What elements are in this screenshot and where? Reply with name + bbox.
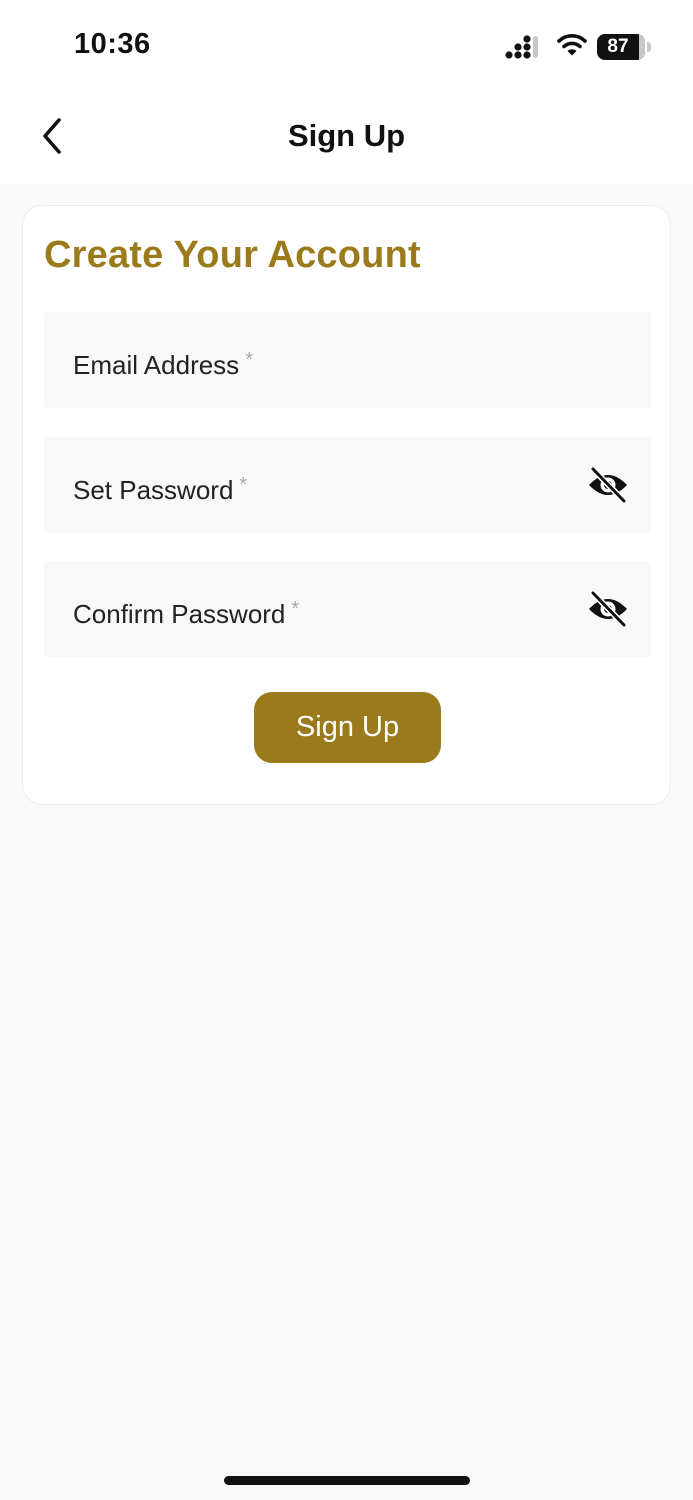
password-label-text: Set Password: [73, 475, 234, 505]
password-field-label: Set Password *: [73, 437, 247, 533]
password-visibility-toggle[interactable]: [587, 465, 629, 505]
email-field-label: Email Address *: [73, 312, 253, 408]
eye-off-icon: [589, 467, 627, 503]
status-icons: 87: [505, 32, 655, 62]
battery-level: 87: [607, 36, 629, 57]
back-button[interactable]: [30, 112, 74, 160]
battery-indicator: 87: [597, 34, 651, 60]
email-field[interactable]: Email Address *: [44, 312, 651, 408]
confirm-password-field[interactable]: Confirm Password *: [44, 561, 651, 657]
battery-empty-portion: [638, 34, 645, 60]
card-title: Create Your Account: [44, 234, 421, 276]
required-asterisk: *: [291, 598, 300, 620]
nav-bar: Sign Up: [0, 92, 693, 184]
battery-tip: [647, 42, 651, 52]
cellular-signal-icon: [505, 35, 538, 59]
required-asterisk: *: [245, 349, 253, 371]
page-title: Sign Up: [287, 118, 406, 153]
eye-off-icon: [589, 591, 627, 627]
email-label-text: Email Address: [73, 350, 240, 380]
confirm-password-field-label: Confirm Password *: [73, 561, 299, 657]
status-time: 10:36: [74, 28, 151, 60]
password-field[interactable]: Set Password *: [44, 437, 651, 533]
top-area: 10:36 87 Sign Up: [0, 0, 693, 184]
status-bar: 10:36 87: [0, 0, 693, 92]
home-indicator: [224, 1476, 470, 1485]
battery-body: 87: [597, 34, 645, 60]
signup-card: Create Your Account Email Address * Set P…: [22, 205, 671, 805]
confirm-password-visibility-toggle[interactable]: [587, 589, 629, 629]
chevron-left-icon: [43, 118, 61, 154]
wifi-icon: [557, 34, 587, 56]
confirm-password-label-text: Confirm Password: [73, 599, 286, 629]
sign-up-button[interactable]: Sign Up: [254, 692, 441, 763]
required-asterisk: *: [239, 474, 248, 496]
